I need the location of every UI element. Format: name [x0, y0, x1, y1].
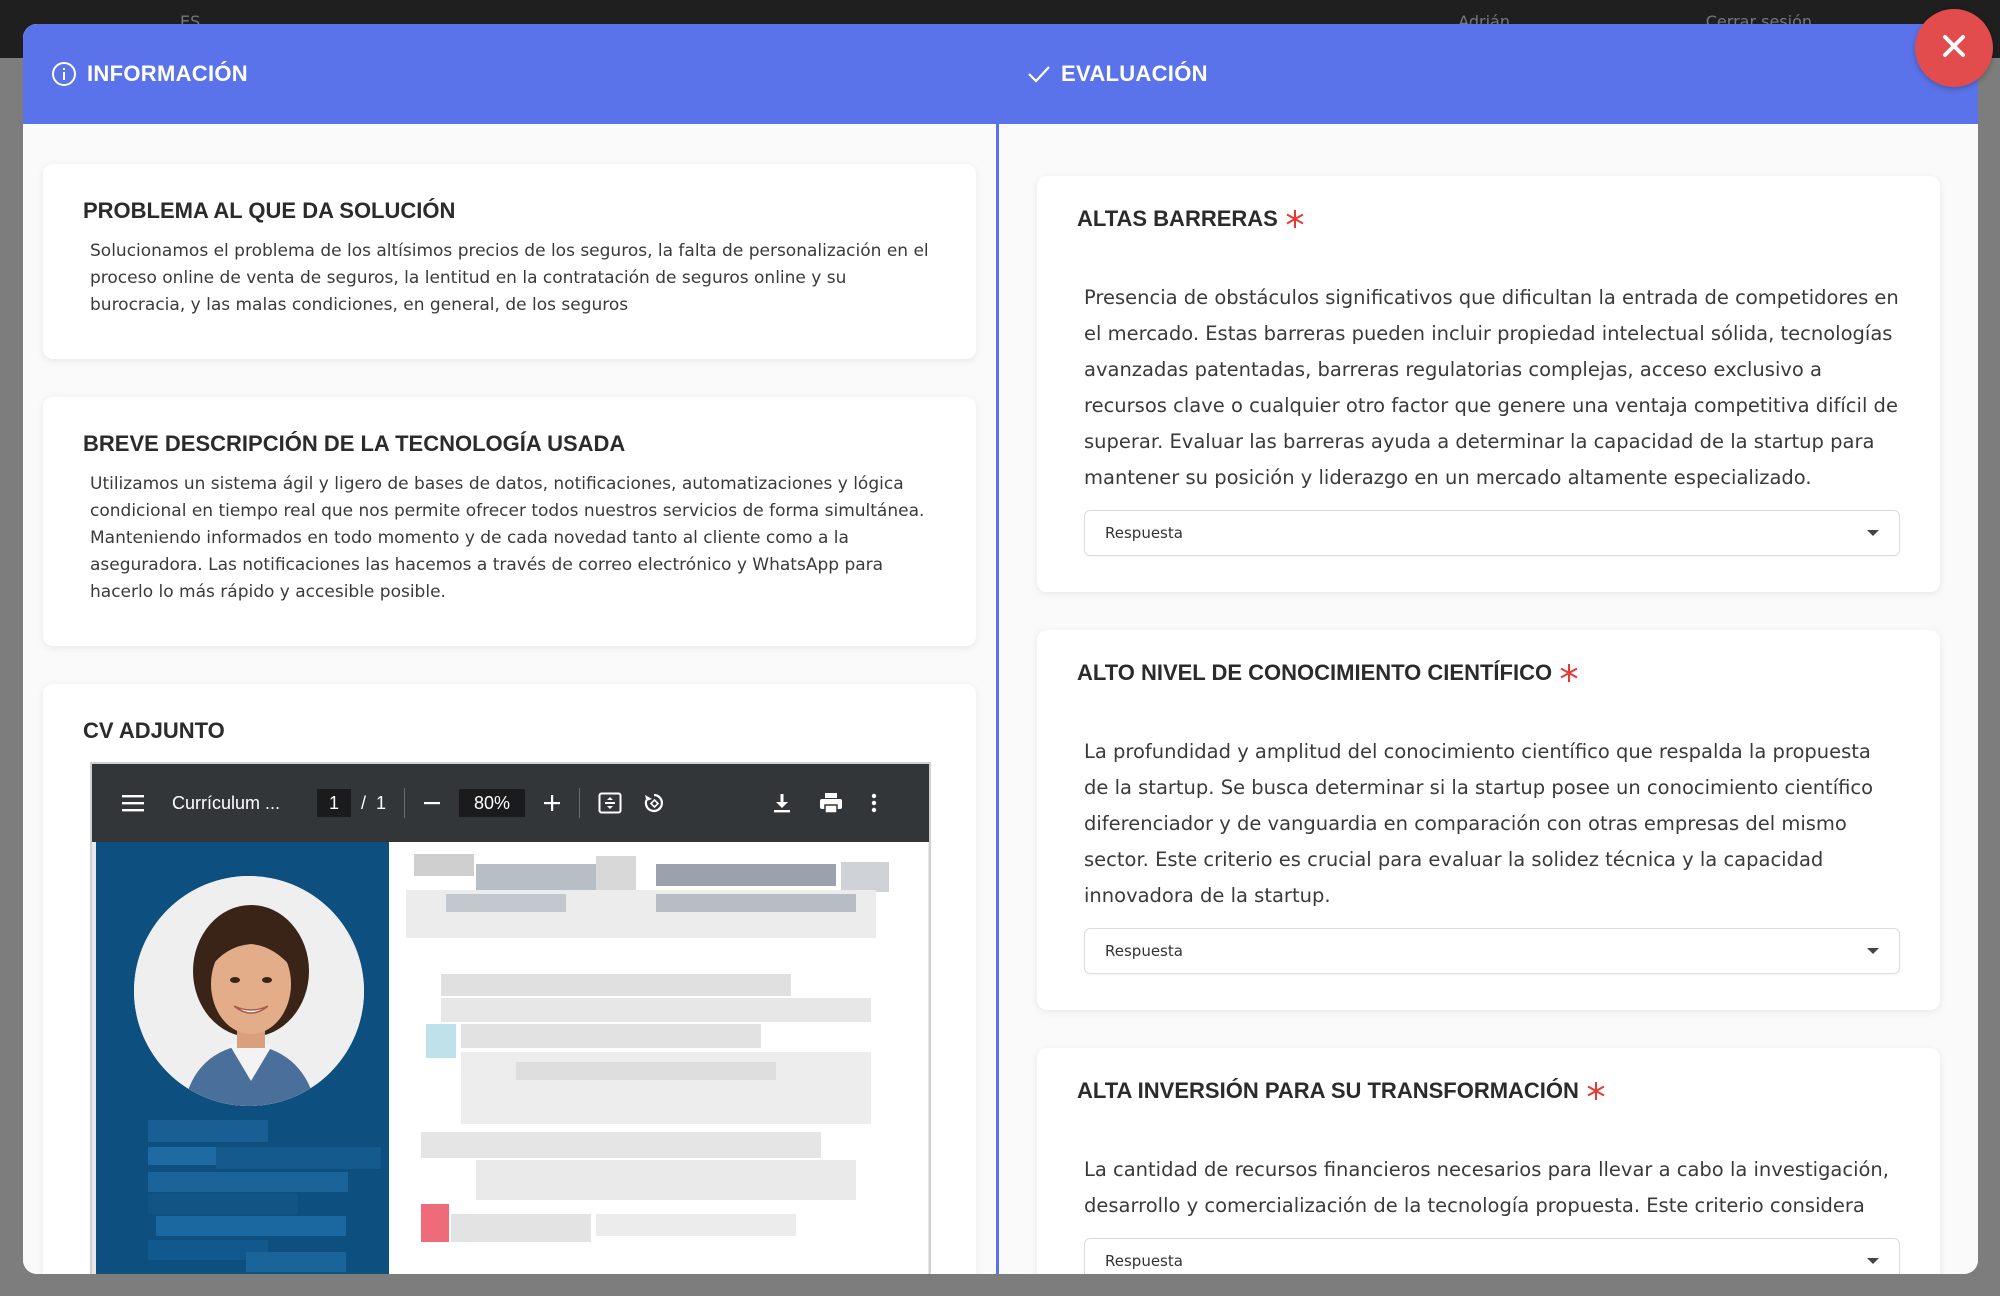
cv-sidebar: [96, 842, 389, 1274]
criterion-title: ALTO NIVEL DE CONOCIMIENTO CIENTÍFICO: [1077, 660, 1900, 686]
technology-title: BREVE DESCRIPCIÓN DE LA TECNOLOGÍA USADA: [83, 431, 626, 456]
page-separator: /: [361, 792, 367, 813]
pdf-document-title: Currículum ...: [172, 792, 281, 813]
caret-down-icon: [1867, 530, 1879, 536]
criterion-card: ALTA INVERSIÓN PARA SU TRANSFORMACIÓN La…: [1037, 1048, 1940, 1274]
criterion-card: ALTO NIVEL DE CONOCIMIENTO CIENTÍFICO La…: [1037, 630, 1940, 1010]
info-circle-icon: [51, 61, 77, 87]
technology-card: BREVE DESCRIPCIÓN DE LA TECNOLOGÍA USADA…: [43, 397, 976, 646]
response-select[interactable]: Respuesta: [1084, 928, 1900, 974]
evaluation-title: EVALUACIÓN: [1061, 61, 1208, 86]
toolbar-divider: [579, 788, 581, 818]
cv-card: CV ADJUNTO Currículum ... 1 / 1 80%: [43, 684, 976, 1274]
problem-title: PROBLEMA AL QUE DA SOLUCIÓN: [83, 198, 456, 223]
required-asterisk-icon: [1585, 1080, 1607, 1102]
startup-evaluation-modal: INFORMACIÓN PROBLEMA AL QUE DA SOLUCIÓN …: [23, 24, 1978, 1274]
profile-photo: [134, 876, 364, 1106]
evaluation-header: EVALUACIÓN: [999, 24, 1978, 124]
zoom-out-icon[interactable]: [423, 794, 441, 812]
close-icon: [1940, 32, 1968, 64]
pdf-viewer[interactable]: Currículum ... 1 / 1 80%: [90, 762, 931, 1274]
criterion-title-text: ALTAS BARRERAS: [1077, 206, 1278, 231]
pdf-page: [96, 842, 928, 1274]
problem-card: PROBLEMA AL QUE DA SOLUCIÓN Solucionamos…: [43, 164, 976, 359]
information-title: INFORMACIÓN: [87, 61, 248, 86]
criterion-title: ALTA INVERSIÓN PARA SU TRANSFORMACIÓN: [1077, 1078, 1900, 1104]
criterion-description: La profundidad y amplitud del conocimien…: [1084, 740, 1874, 907]
required-asterisk-icon: [1558, 662, 1580, 684]
zoom-in-icon[interactable]: [543, 794, 561, 812]
menu-icon[interactable]: [122, 793, 146, 813]
criterion-description: Presencia de obstáculos significativos q…: [1084, 286, 1899, 489]
zoom-input[interactable]: 80%: [459, 789, 526, 817]
toolbar-divider: [404, 788, 406, 818]
cv-title: CV ADJUNTO: [83, 718, 225, 743]
criterion-title: ALTAS BARRERAS: [1077, 206, 1900, 232]
information-panel: INFORMACIÓN PROBLEMA AL QUE DA SOLUCIÓN …: [23, 24, 999, 1274]
download-icon[interactable]: [771, 792, 793, 814]
pdf-toolbar: Currículum ... 1 / 1 80%: [92, 764, 929, 842]
criterion-card: ALTAS BARRERAS Presencia de obstáculos s…: [1037, 176, 1940, 592]
caret-down-icon: [1867, 1258, 1879, 1264]
caret-down-icon: [1867, 948, 1879, 954]
information-header: INFORMACIÓN: [23, 24, 996, 124]
criterion-title-text: ALTA INVERSIÓN PARA SU TRANSFORMACIÓN: [1077, 1078, 1579, 1103]
rotate-icon[interactable]: [642, 791, 666, 815]
criterion-title-text: ALTO NIVEL DE CONOCIMIENTO CIENTÍFICO: [1077, 660, 1553, 685]
close-modal-button[interactable]: [1915, 9, 1993, 87]
fit-page-icon[interactable]: [598, 792, 622, 814]
criterion-description: La cantidad de recursos financieros nece…: [1084, 1158, 1889, 1217]
more-options-icon[interactable]: [871, 793, 877, 813]
print-icon[interactable]: [819, 792, 843, 814]
problem-text: Solucionamos el problema de los altísimo…: [90, 241, 929, 315]
response-select-value: Respuesta: [1105, 1252, 1183, 1270]
response-select[interactable]: Respuesta: [1084, 1238, 1900, 1274]
response-select[interactable]: Respuesta: [1084, 510, 1900, 556]
response-select-value: Respuesta: [1105, 942, 1183, 960]
information-body: PROBLEMA AL QUE DA SOLUCIÓN Solucionamos…: [23, 124, 996, 1274]
page-total: 1: [376, 792, 387, 813]
page-number-input[interactable]: 1: [317, 789, 351, 817]
technology-text: Utilizamos un sistema ágil y ligero de b…: [90, 474, 925, 602]
evaluation-panel: EVALUACIÓN ALTAS BARRERAS Presencia de o…: [999, 24, 1978, 1274]
required-asterisk-icon: [1284, 208, 1306, 230]
check-icon: [1027, 64, 1051, 84]
evaluation-body: ALTAS BARRERAS Presencia de obstáculos s…: [999, 124, 1978, 1274]
response-select-value: Respuesta: [1105, 524, 1183, 542]
